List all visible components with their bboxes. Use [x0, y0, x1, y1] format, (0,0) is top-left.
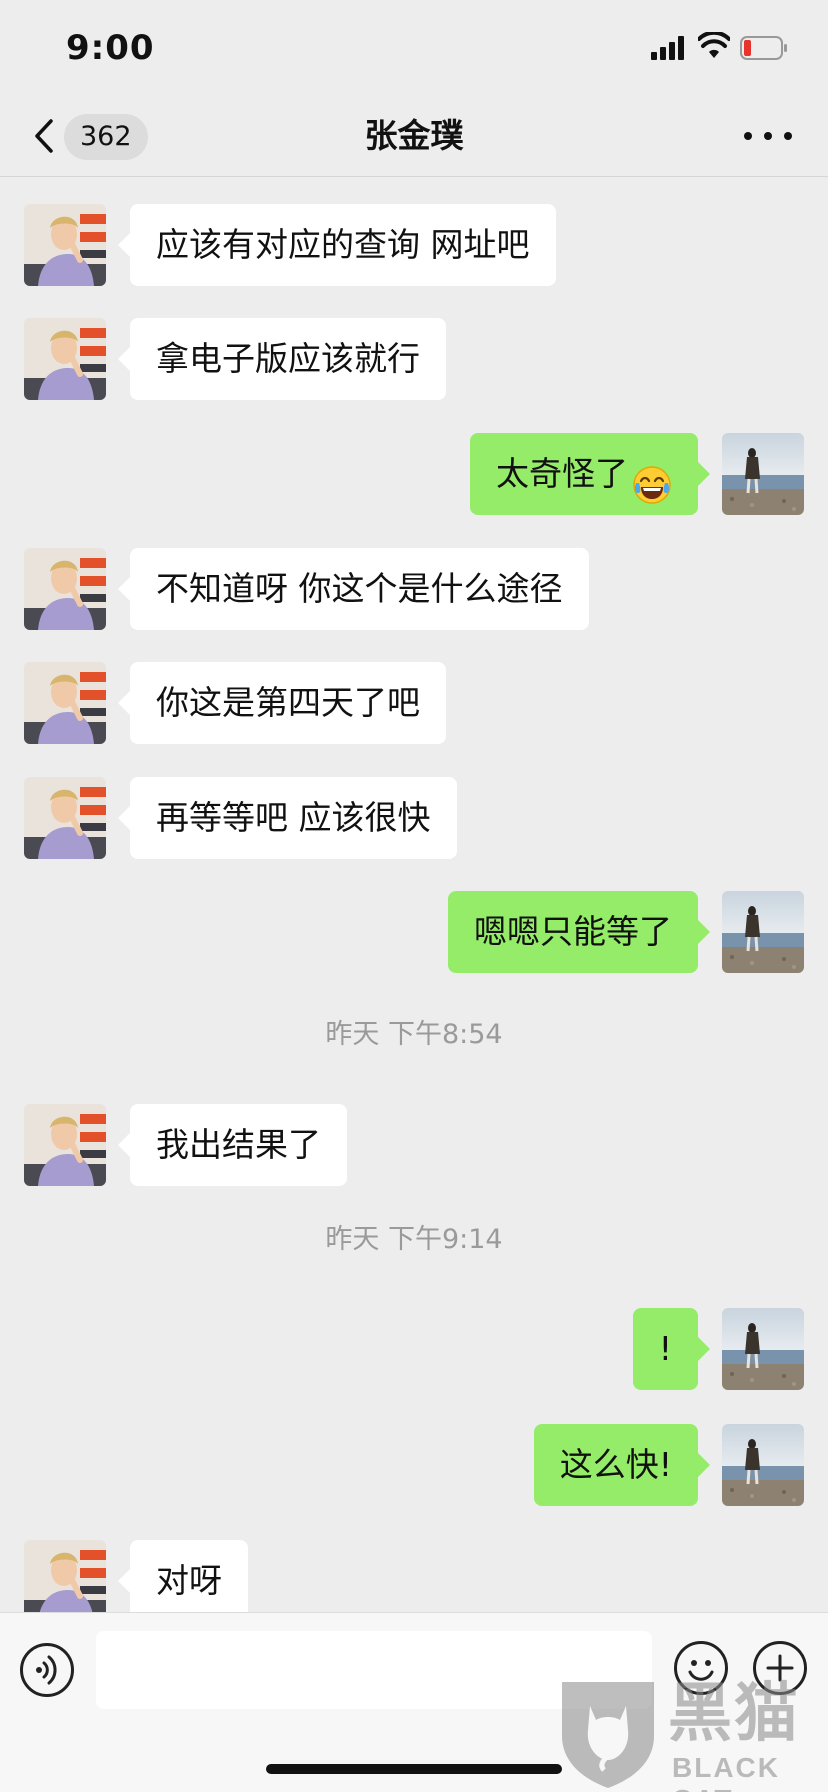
contact-avatar[interactable] [24, 777, 106, 859]
outgoing-message: ! [0, 1308, 828, 1390]
tears-of-joy-emoji-icon [632, 453, 672, 504]
chat-screen: 9:00 362 张金璞 应该有对应的查询 网址吧 拿电子版应该就行 太奇怪了 … [0, 0, 828, 1792]
my-avatar[interactable] [722, 1308, 804, 1390]
home-indicator[interactable] [266, 1764, 562, 1774]
message-timestamp: 昨天 下午8:54 [325, 1019, 503, 1050]
my-avatar[interactable] [722, 1424, 804, 1506]
message-text: 嗯嗯只能等了 [474, 912, 672, 951]
incoming-message: 应该有对应的查询 网址吧 [0, 204, 828, 286]
message-bubble[interactable]: 嗯嗯只能等了 [448, 891, 710, 973]
message-text: ! [658, 1329, 672, 1368]
cat-shield-logo-icon [562, 1682, 654, 1788]
contact-avatar[interactable] [24, 318, 106, 400]
watermark-en-text: BLACK CAT [672, 1752, 780, 1792]
voice-icon [36, 1655, 57, 1685]
status-time: 9:00 [66, 28, 155, 68]
status-bar: 9:00 [0, 0, 828, 96]
watermark-cn-text: 黑猫 [668, 1677, 800, 1751]
message-bubble[interactable]: 这么快! [533, 1424, 711, 1506]
message-bubble[interactable]: 对呀 [118, 1540, 248, 1622]
contact-avatar[interactable] [24, 1540, 106, 1622]
chevron-left-icon [35, 119, 53, 153]
my-avatar[interactable] [722, 433, 804, 515]
message-bubble[interactable]: ! [632, 1308, 711, 1390]
message-bubble[interactable]: 你这是第四天了吧 [118, 662, 446, 744]
chat-title: 张金璞 [364, 116, 464, 155]
outgoing-message: 嗯嗯只能等了 [0, 891, 828, 973]
message-text: 你这是第四天了吧 [156, 683, 420, 722]
chat-header: 362 张金璞 [0, 96, 828, 177]
incoming-message: 再等等吧 应该很快 [0, 777, 828, 859]
message-bubble[interactable]: 太奇怪了 [470, 433, 710, 515]
message-bubble[interactable]: 应该有对应的查询 网址吧 [118, 204, 556, 286]
contact-avatar[interactable] [24, 1104, 106, 1186]
message-bubble[interactable]: 拿电子版应该就行 [118, 318, 446, 400]
contact-avatar[interactable] [24, 548, 106, 630]
incoming-message: 你这是第四天了吧 [0, 662, 828, 744]
message-text: 对呀 [156, 1561, 222, 1600]
message-text: 应该有对应的查询 网址吧 [156, 225, 530, 264]
back-button[interactable]: 362 [24, 104, 154, 168]
battery-low-icon [740, 36, 787, 60]
wifi-icon [698, 32, 730, 58]
contact-avatar[interactable] [24, 662, 106, 744]
message-text: 再等等吧 应该很快 [156, 798, 431, 837]
message-bubble[interactable]: 不知道呀 你这个是什么途径 [118, 548, 589, 630]
cellular-signal-icon [651, 36, 687, 60]
outgoing-message: 太奇怪了 [0, 433, 828, 515]
incoming-message: 我出结果了 [0, 1104, 828, 1186]
message-text: 拿电子版应该就行 [156, 339, 420, 378]
incoming-message: 不知道呀 你这个是什么途径 [0, 548, 828, 630]
message-bubble[interactable]: 再等等吧 应该很快 [118, 777, 457, 859]
message-text: 我出结果了 [156, 1125, 321, 1164]
unread-count-badge: 362 [64, 114, 148, 160]
voice-input-button[interactable] [20, 1643, 74, 1697]
message-text: 太奇怪了 [496, 454, 628, 493]
outgoing-message: 这么快! [0, 1424, 828, 1506]
black-cat-watermark: 黑猫 BLACK CAT [556, 1672, 828, 1792]
more-options-button[interactable] [740, 114, 804, 158]
message-text: 不知道呀 你这个是什么途径 [156, 569, 563, 608]
incoming-message: 对呀 [0, 1540, 828, 1622]
incoming-message: 拿电子版应该就行 [0, 318, 828, 400]
contact-avatar[interactable] [24, 204, 106, 286]
message-timestamp: 昨天 下午9:14 [325, 1224, 503, 1255]
message-bubble[interactable]: 我出结果了 [118, 1104, 347, 1186]
message-text: 这么快! [559, 1445, 672, 1484]
my-avatar[interactable] [722, 891, 804, 973]
